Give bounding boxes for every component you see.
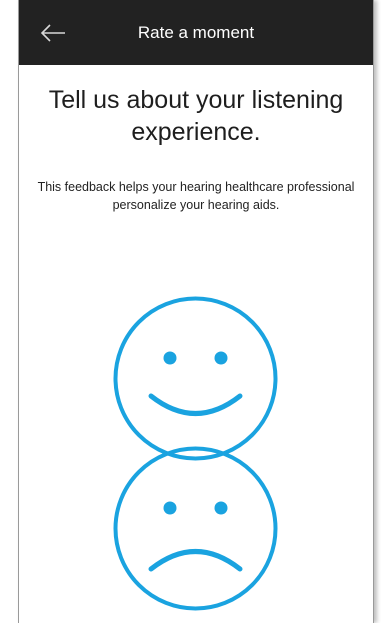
page-title: Rate a moment [137, 23, 255, 42]
rate-happy-button[interactable] [113, 296, 278, 466]
main-heading: Tell us about your listening experience. [48, 86, 344, 146]
top-app-bar: Rate a moment [19, 0, 373, 65]
description-text: This feedback helps your hearing healthc… [37, 180, 355, 212]
rate-sad-button[interactable] [113, 446, 278, 616]
happy-face-icon [113, 296, 278, 461]
sad-face-icon [113, 446, 278, 611]
app-screen: Rate a moment Tell us about your listeni… [18, 0, 374, 623]
